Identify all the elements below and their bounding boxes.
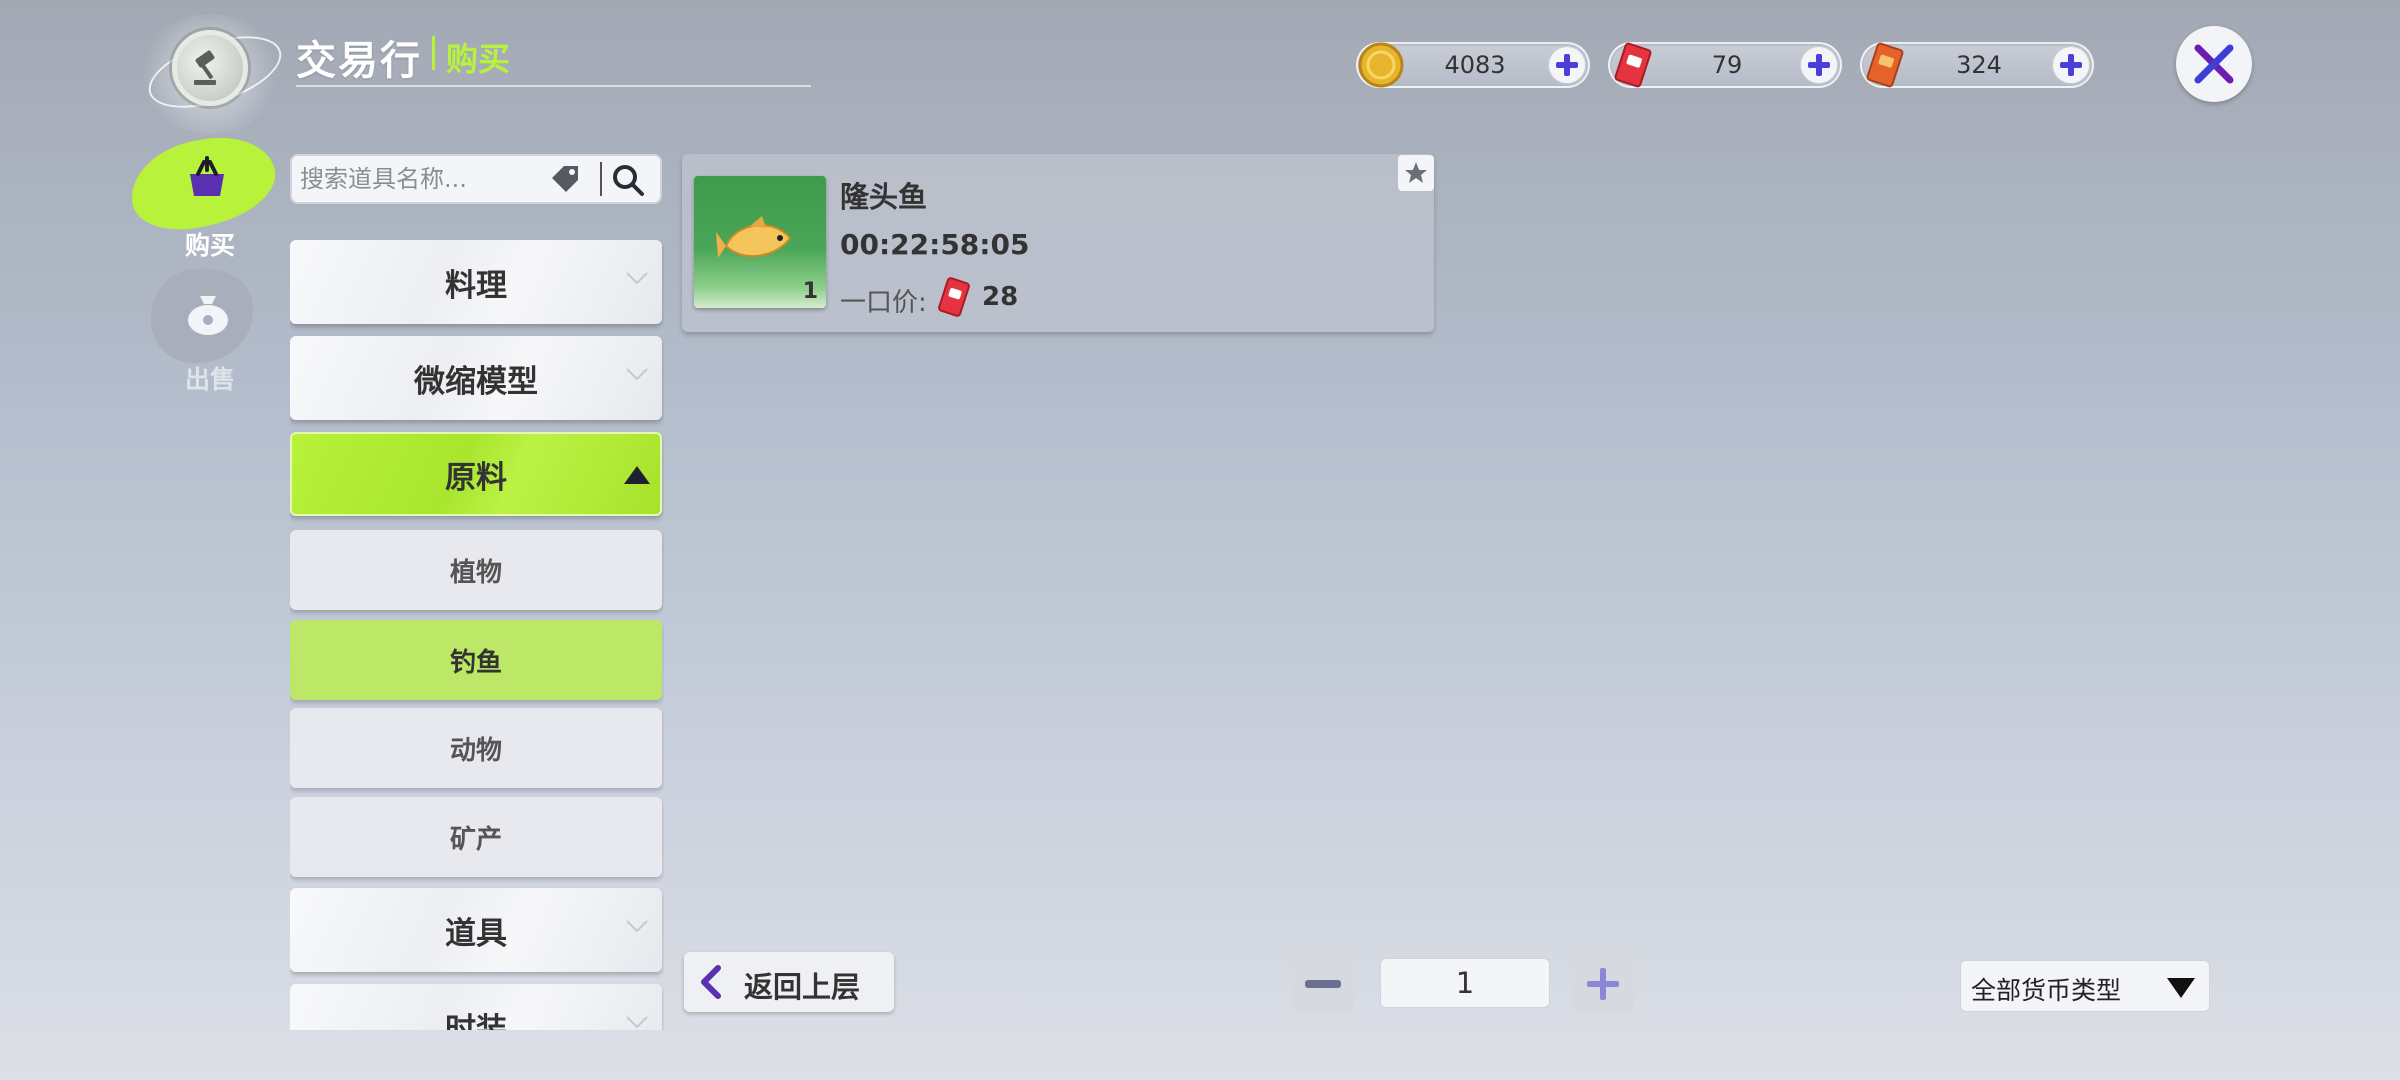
close-icon bbox=[2194, 44, 2234, 84]
item-time-left: 00:22:58:05 bbox=[840, 228, 1030, 261]
gold-coin-value: 4083 bbox=[1444, 51, 1506, 79]
subcategory-label: 钓鱼 bbox=[449, 647, 502, 678]
category-label: 原料 bbox=[445, 459, 507, 496]
tag-filter-icon[interactable] bbox=[548, 164, 582, 194]
currency-chip-red-ticket: 79 bbox=[1608, 42, 1842, 88]
plus-icon bbox=[1556, 54, 1578, 76]
back-button-label: 返回上层 bbox=[744, 970, 861, 1004]
search-icon[interactable] bbox=[610, 162, 646, 198]
favorite-button[interactable] bbox=[1398, 155, 1434, 191]
subcategory-label: 矿产 bbox=[449, 824, 502, 855]
add-orange-ticket-button[interactable] bbox=[2052, 46, 2090, 84]
page-subtitle: 购买 bbox=[446, 40, 511, 78]
item-name: 隆头鱼 bbox=[840, 180, 928, 214]
page-title: 交易行 bbox=[296, 38, 422, 84]
category-props[interactable]: 道具 bbox=[290, 888, 662, 972]
search-divider bbox=[600, 162, 602, 196]
subcategory-animals[interactable]: 动物 bbox=[290, 708, 662, 788]
category-miniature[interactable]: 微缩模型 bbox=[290, 336, 662, 420]
red-ticket-icon bbox=[1608, 40, 1658, 90]
chevron-down-icon bbox=[626, 272, 648, 285]
subcategory-plants[interactable]: 植物 bbox=[290, 530, 662, 610]
search-input[interactable] bbox=[300, 156, 550, 202]
category-list[interactable]: 料理 微缩模型 原料 植物 钓鱼 动物 矿产 道具 时装 bbox=[290, 240, 664, 1030]
plus-icon bbox=[1808, 54, 1830, 76]
tab-sell-label: 出售 bbox=[184, 365, 235, 394]
chevron-down-icon bbox=[626, 368, 648, 381]
red-ticket-value: 79 bbox=[1711, 51, 1743, 79]
item-card[interactable]: 1 隆头鱼 00:22:58:05 一口价: 28 bbox=[682, 154, 1434, 332]
shopping-basket-icon bbox=[182, 154, 232, 204]
item-quantity: 1 bbox=[802, 279, 818, 304]
chevron-down-icon bbox=[626, 920, 648, 933]
search-bar bbox=[290, 154, 662, 204]
item-thumbnail: 1 bbox=[694, 176, 826, 308]
currency-chip-orange-ticket: 324 bbox=[1860, 42, 2094, 88]
auction-gavel-icon bbox=[172, 30, 248, 106]
chevron-down-icon bbox=[626, 1016, 648, 1029]
category-label: 时装 bbox=[445, 1011, 507, 1031]
tab-buy-label: 购买 bbox=[184, 231, 235, 260]
title-underline bbox=[296, 85, 811, 87]
category-fashion[interactable]: 时装 bbox=[290, 984, 662, 1030]
currency-type-value: 全部货币类型 bbox=[1971, 976, 2122, 1005]
minus-icon bbox=[1305, 980, 1341, 988]
subcategory-minerals[interactable]: 矿产 bbox=[290, 797, 662, 877]
red-ticket-icon bbox=[934, 276, 974, 318]
page-increment-button[interactable] bbox=[1572, 956, 1634, 1012]
currency-type-select[interactable]: 全部货币类型 bbox=[1960, 960, 2210, 1012]
category-label: 道具 bbox=[445, 915, 507, 952]
chevron-up-icon bbox=[624, 466, 650, 484]
category-materials[interactable]: 原料 bbox=[290, 432, 662, 516]
category-cooking[interactable]: 料理 bbox=[290, 240, 662, 324]
add-gold-button[interactable] bbox=[1548, 46, 1586, 84]
plus-icon bbox=[1587, 968, 1619, 1000]
subcategory-label: 植物 bbox=[449, 557, 502, 588]
dropdown-arrow-icon bbox=[2167, 978, 2195, 998]
orange-ticket-icon bbox=[1860, 40, 1910, 90]
item-price-label: 一口价: bbox=[840, 288, 927, 318]
close-button[interactable] bbox=[2176, 26, 2252, 102]
orange-ticket-value: 324 bbox=[1956, 51, 2002, 79]
item-price: 28 bbox=[982, 282, 1019, 312]
title-separator bbox=[432, 36, 435, 70]
page-decrement-button[interactable] bbox=[1292, 956, 1354, 1012]
gold-coin-icon bbox=[1356, 40, 1406, 90]
back-button[interactable]: 返回上层 bbox=[684, 952, 894, 1012]
star-icon bbox=[1405, 162, 1427, 183]
plus-icon bbox=[2060, 54, 2082, 76]
subcategory-fishing[interactable]: 钓鱼 bbox=[290, 620, 662, 700]
currency-chip-gold: 4083 bbox=[1356, 42, 1590, 88]
category-label: 料理 bbox=[445, 267, 507, 304]
subcategory-label: 动物 bbox=[449, 735, 502, 766]
category-label: 微缩模型 bbox=[414, 363, 538, 400]
add-red-ticket-button[interactable] bbox=[1800, 46, 1838, 84]
fish-icon bbox=[716, 216, 792, 258]
page-number-field[interactable]: 1 bbox=[1380, 958, 1550, 1008]
chevron-left-icon bbox=[701, 965, 721, 999]
money-bag-icon bbox=[180, 288, 236, 338]
